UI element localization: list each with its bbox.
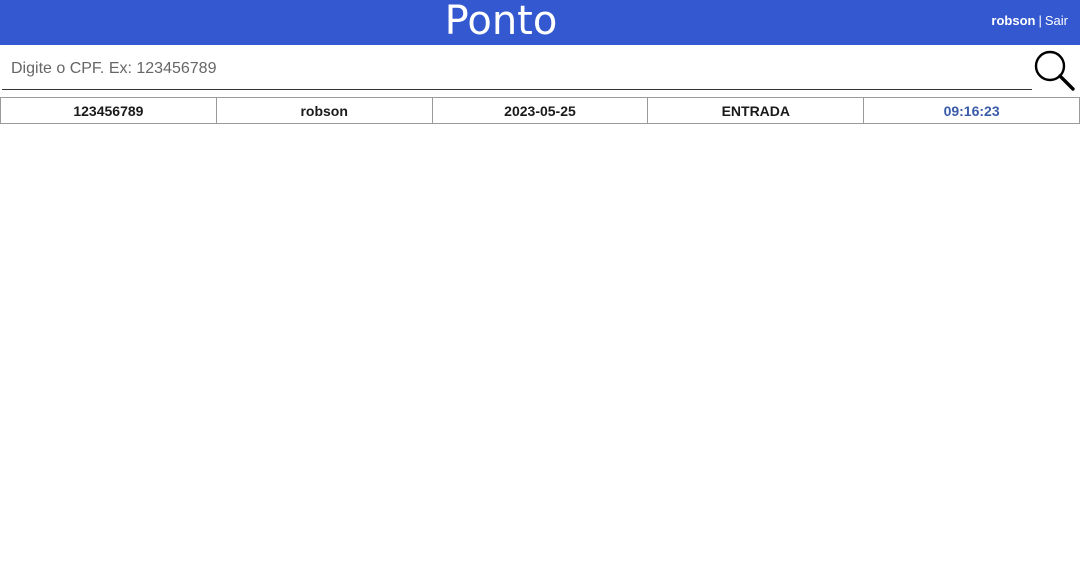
type-cell: ENTRADA (647, 97, 865, 124)
app-title: Ponto (444, 0, 558, 44)
time-cell: 09:16:23 (863, 97, 1080, 124)
date-cell: 2023-05-25 (431, 97, 649, 124)
cpf-cell: 123456789 (0, 97, 217, 124)
search-icon (1034, 50, 1075, 91)
user-separator: | (1038, 13, 1042, 28)
user-area: robson | Sair (991, 0, 1068, 45)
user-name: robson (991, 13, 1036, 28)
search-button[interactable] (1033, 49, 1077, 93)
app-header: Ponto robson | Sair (0, 0, 1080, 45)
records-table: 123456789 robson 2023-05-25 ENTRADA 09:1… (0, 97, 1080, 124)
search-bar (0, 45, 1080, 96)
name-cell: robson (215, 97, 433, 124)
cpf-search-input[interactable] (2, 49, 1032, 90)
table-row: 123456789 robson 2023-05-25 ENTRADA 09:1… (0, 97, 1080, 124)
logout-link[interactable]: Sair (1045, 13, 1068, 28)
